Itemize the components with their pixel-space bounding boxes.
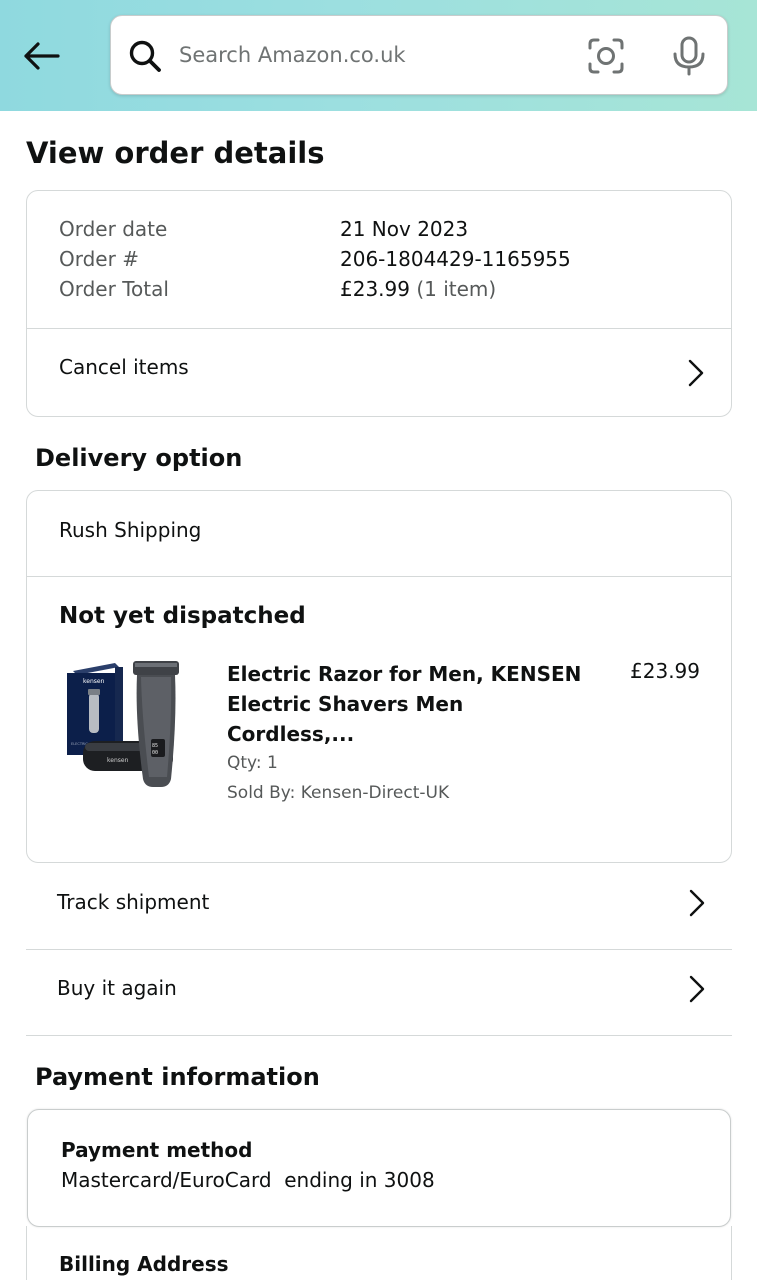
search-icon[interactable] [127,38,163,74]
product-image[interactable]: kensen ELECTRIC SHAVER kensen 85 00 [63,659,183,794]
card-border [731,1226,732,1280]
order-date-value: 21 Nov 2023 [340,217,469,241]
billing-address-label: Billing Address [59,1252,229,1276]
page-title: View order details [26,136,325,170]
product-quantity: Qty: 1 [227,753,278,773]
svg-text:kensen: kensen [107,757,129,764]
order-total-value: £23.99 (1 item) [340,277,496,301]
product-price: £23.99 [630,659,700,683]
order-item-count: (1 item) [416,277,497,301]
product-title-link[interactable]: Electric Razor for Men, KENSEN Electric … [227,659,587,749]
delivery-section-title: Delivery option [35,444,243,472]
svg-text:kensen: kensen [83,678,105,685]
buy-again-row[interactable]: Buy it again [26,950,732,1036]
order-number-label: Order # [59,247,139,271]
card-border [26,1226,27,1280]
payment-method-card: Payment method Mastercard/EuroCard endin… [27,1109,731,1227]
microphone-icon[interactable] [671,36,707,76]
cancel-items-row[interactable]: Cancel items [27,329,731,417]
buy-again-label: Buy it again [57,976,177,1000]
payment-section-title: Payment information [35,1063,320,1091]
svg-text:85: 85 [152,743,158,749]
search-box[interactable] [110,15,728,95]
payment-method-label: Payment method [61,1138,253,1162]
chevron-right-icon [689,889,705,917]
order-date-label: Order date [59,217,168,241]
shipping-option: Rush Shipping [59,518,202,542]
order-summary-card: Order date 21 Nov 2023 Order # 206-18044… [26,190,732,417]
delivery-card: Rush Shipping Not yet dispatched kensen … [26,490,732,863]
chevron-right-icon [688,359,704,387]
back-button[interactable] [20,36,62,76]
order-total-amount: £23.99 [340,277,410,301]
order-total-label: Order Total [59,277,169,301]
payment-method-value: Mastercard/EuroCard ending in 3008 [61,1168,435,1192]
track-shipment-label: Track shipment [57,890,210,914]
track-shipment-row[interactable]: Track shipment [26,864,732,950]
back-arrow-icon [24,42,60,70]
camera-scan-icon[interactable] [587,37,625,75]
chevron-right-icon [689,975,705,1003]
order-number-value: 206-1804429-1165955 [340,247,571,271]
dispatch-status: Not yet dispatched [59,603,306,629]
divider [27,576,731,577]
search-input[interactable] [179,34,569,76]
header-bar [0,0,757,111]
cancel-items-label: Cancel items [59,355,189,379]
product-seller: Sold By: Kensen-Direct-UK [227,783,450,803]
divider [26,1035,732,1036]
svg-text:00: 00 [152,750,158,756]
